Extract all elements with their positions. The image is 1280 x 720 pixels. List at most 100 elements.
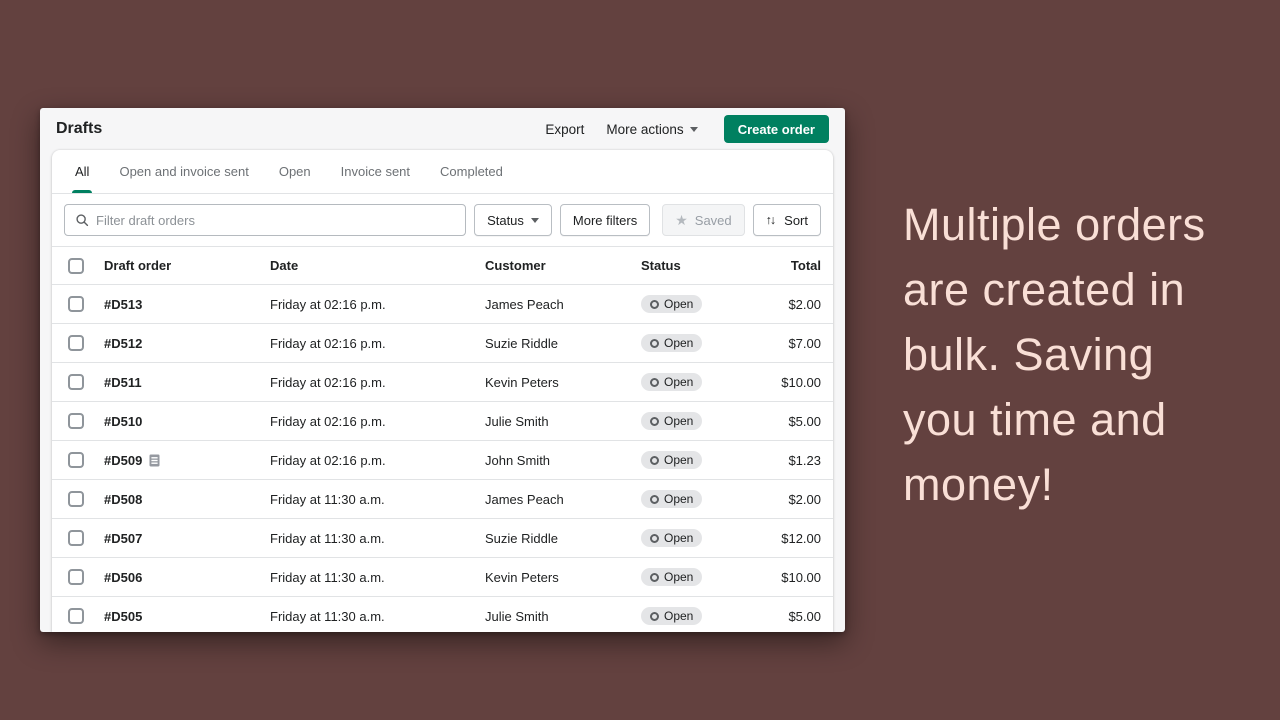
order-total: $1.23 [788, 452, 821, 468]
status-label: Open [664, 297, 694, 311]
status-label: Open [664, 375, 694, 389]
table-row[interactable]: #D513 Friday at 02:16 p.m. James Peach O… [52, 284, 833, 323]
draft-order-id: #D513 [104, 296, 143, 312]
order-total: $5.00 [788, 608, 821, 624]
status-badge: Open [641, 451, 703, 469]
search-box[interactable] [64, 204, 467, 236]
order-total: $12.00 [781, 530, 821, 546]
table-row[interactable]: #D511 Friday at 02:16 p.m. Kevin Peters … [52, 362, 833, 401]
order-customer: Suzie Riddle [485, 335, 558, 351]
drafts-app-window: Drafts Export More actions Create order … [40, 108, 845, 632]
draft-order-id: #D505 [104, 608, 143, 624]
sort-arrows-icon: ↑↓ [765, 213, 776, 227]
sort-button[interactable]: ↑↓ Sort [752, 204, 821, 236]
open-status-icon [650, 338, 659, 348]
status-label: Open [664, 609, 694, 623]
draft-order-id: #D509 [104, 452, 143, 468]
status-badge: Open [641, 373, 703, 391]
filter-bar: Status More filters ★ Saved ↑↓ Sort [52, 194, 833, 246]
search-icon [75, 213, 89, 227]
status-label: Open [664, 414, 694, 428]
tab-open[interactable]: Open [264, 150, 326, 193]
chevron-down-icon [530, 217, 539, 223]
order-total: $5.00 [788, 413, 821, 429]
row-checkbox[interactable] [68, 335, 84, 351]
tab-label: Open [278, 164, 311, 179]
promo-line: you time and [903, 394, 1167, 445]
order-date: Friday at 11:30 a.m. [270, 491, 385, 507]
row-checkbox[interactable] [68, 530, 84, 546]
status-badge: Open [641, 529, 703, 547]
header-draft-order: Draft order [104, 258, 172, 273]
open-status-icon [650, 299, 659, 309]
status-badge: Open [641, 334, 703, 352]
chevron-down-icon [689, 126, 698, 132]
order-total: $10.00 [781, 569, 821, 585]
export-button[interactable]: Export [545, 122, 584, 137]
open-status-icon [650, 533, 659, 543]
status-label: Open [664, 453, 694, 467]
open-status-icon [650, 494, 659, 504]
table-row[interactable]: #D510 Friday at 02:16 p.m. Julie Smith O… [52, 401, 833, 440]
row-checkbox[interactable] [68, 491, 84, 507]
draft-order-id: #D511 [104, 374, 142, 390]
row-checkbox[interactable] [68, 608, 84, 624]
tab-completed[interactable]: Completed [425, 150, 518, 193]
select-all-checkbox[interactable] [68, 257, 84, 274]
tab-label: Completed [440, 164, 503, 179]
order-customer: James Peach [485, 491, 564, 507]
table-row[interactable]: #D509 Friday at 02:16 p.m. John Smith Op… [52, 440, 833, 479]
table-row[interactable]: #D507 Friday at 11:30 a.m. Suzie Riddle … [52, 518, 833, 557]
promo-line: bulk. Saving [903, 329, 1155, 380]
row-checkbox[interactable] [68, 413, 84, 429]
draft-order-id: #D512 [104, 335, 143, 351]
saved-button[interactable]: ★ Saved [662, 204, 745, 236]
order-date: Friday at 02:16 p.m. [270, 335, 386, 351]
create-order-button[interactable]: Create order [723, 115, 829, 143]
header-total: Total [790, 258, 821, 273]
table-row[interactable]: #D506 Friday at 11:30 a.m. Kevin Peters … [52, 557, 833, 596]
header-customer: Customer [485, 258, 546, 273]
open-status-icon [650, 377, 659, 387]
promo-text: Multiple orders are created in bulk. Savin… [903, 192, 1273, 517]
order-customer: Suzie Riddle [485, 530, 558, 546]
row-checkbox[interactable] [68, 296, 84, 312]
star-icon: ★ [675, 212, 688, 228]
page-background: { "colors": { "background": "#63413f", "… [0, 0, 1280, 720]
tabs: All Open and invoice sent Open Invoice s… [52, 150, 833, 194]
table-row[interactable]: #D512 Friday at 02:16 p.m. Suzie Riddle … [52, 323, 833, 362]
promo-line: money! [903, 459, 1054, 510]
open-status-icon [650, 572, 659, 582]
more-actions-button[interactable]: More actions [606, 122, 698, 137]
order-date: Friday at 02:16 p.m. [270, 413, 386, 429]
tab-open-and-invoice-sent[interactable]: Open and invoice sent [104, 150, 263, 193]
more-filters-button[interactable]: More filters [559, 204, 651, 236]
order-customer: John Smith [485, 452, 551, 468]
status-filter-button[interactable]: Status [474, 204, 552, 236]
header-actions: Export More actions Create order [545, 115, 829, 143]
order-date: Friday at 11:30 a.m. [270, 530, 385, 546]
table-row[interactable]: #D505 Friday at 11:30 a.m. Julie Smith O… [52, 596, 833, 632]
row-checkbox[interactable] [68, 569, 84, 585]
page-title: Drafts [56, 120, 103, 137]
promo-line: are created in [903, 264, 1186, 315]
open-status-icon [650, 416, 659, 426]
row-checkbox[interactable] [68, 452, 84, 468]
search-input[interactable] [96, 212, 456, 228]
table-row[interactable]: #D508 Friday at 11:30 a.m. James Peach O… [52, 479, 833, 518]
table-header: Draft order Date Customer Status Total [52, 246, 833, 284]
window-header: Drafts Export More actions Create order [40, 108, 845, 150]
tab-label: Open and invoice sent [119, 164, 249, 179]
order-customer: Julie Smith [485, 608, 549, 624]
table-body: #D513 Friday at 02:16 p.m. James Peach O… [52, 284, 833, 632]
row-checkbox[interactable] [68, 374, 84, 390]
order-customer: James Peach [485, 296, 564, 312]
tab-invoice-sent[interactable]: Invoice sent [326, 150, 425, 193]
order-date: Friday at 11:30 a.m. [270, 608, 385, 624]
tab-all[interactable]: All [60, 150, 104, 193]
active-tab-underline [72, 190, 93, 193]
status-badge: Open [641, 412, 703, 430]
order-date: Friday at 02:16 p.m. [270, 452, 386, 468]
order-total: $2.00 [788, 296, 821, 312]
status-label: Open [664, 531, 694, 545]
